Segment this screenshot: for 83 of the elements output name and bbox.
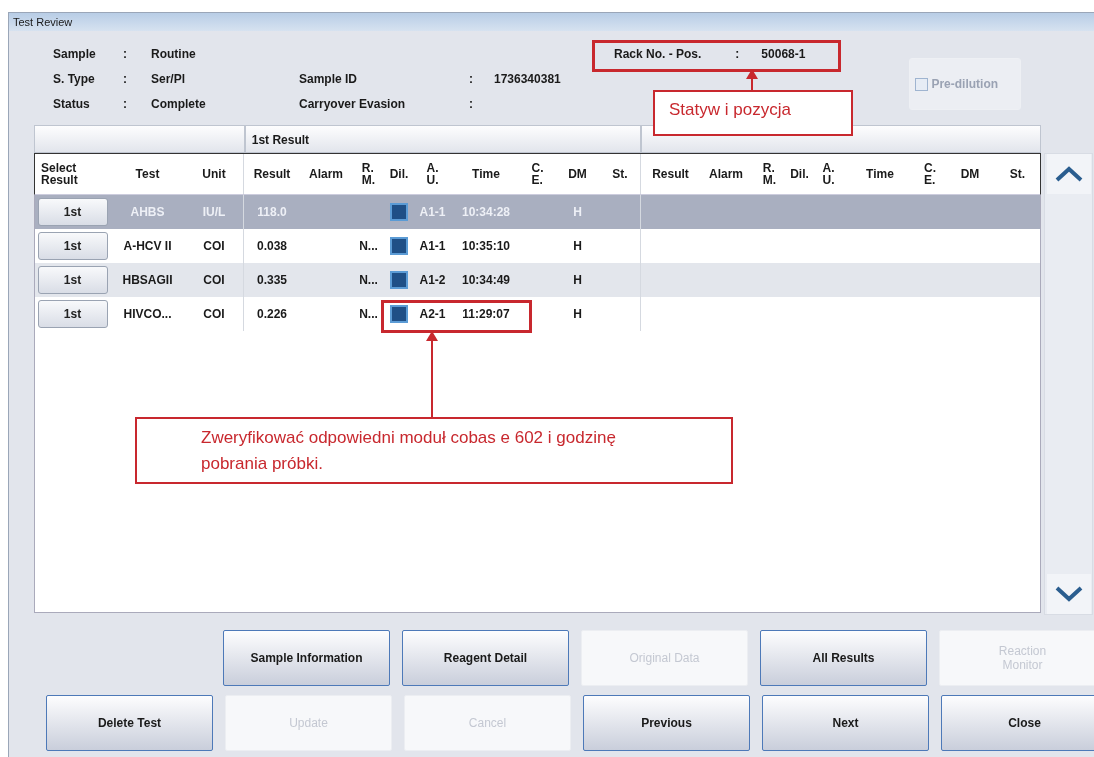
- colon: :: [123, 46, 128, 63]
- table-cell: N...: [359, 273, 378, 287]
- colon: :: [735, 47, 740, 63]
- column-header: Alarm: [708, 166, 744, 183]
- table-row[interactable]: 1st HIVCO... COI 0.226 N... A2-1 11:29:07 H: [35, 297, 1040, 331]
- action-button[interactable]: Close: [941, 695, 1094, 751]
- colon: :: [123, 96, 128, 113]
- callout: Zweryfikować odpowiedni moduł cobas e 602 i godzinę pobrania próbki.: [135, 417, 733, 484]
- field-value: Routine: [151, 46, 197, 63]
- action-button[interactable]: Reagent Detail: [402, 630, 569, 686]
- column-header: St.: [1008, 166, 1027, 183]
- column-header: Dil.: [789, 166, 810, 183]
- action-button[interactable]: Previous: [583, 695, 750, 751]
- column-header: R. M.: [360, 160, 377, 189]
- field-label: Sample ID: [299, 71, 359, 88]
- colon: :: [469, 71, 474, 88]
- field-value: Ser/Pl: [151, 71, 187, 88]
- table-cell: HBSAGII: [122, 273, 173, 287]
- table-cell: H: [573, 239, 582, 253]
- table-cell: H: [573, 307, 582, 321]
- select-result-button[interactable]: 1st: [37, 198, 108, 226]
- field-value: Complete: [151, 96, 207, 113]
- column-header: Result: [243, 154, 300, 194]
- table-cell: 11:29:07: [462, 307, 510, 321]
- table-cell: 10:34:28: [461, 205, 510, 219]
- table-cell: AHBS: [130, 205, 165, 219]
- table-row[interactable]: 1st AHBS IU/L 118.0 A1-1 10:34:28 H: [35, 195, 1040, 229]
- field-value: 1736340381: [494, 71, 562, 88]
- field-label: Rack No. - Pos.: [614, 47, 702, 63]
- field-label: S. Type: [53, 71, 96, 88]
- table-cell: 0.226: [257, 307, 287, 321]
- table-cell: COI: [203, 307, 225, 321]
- column-header: Select Result: [40, 160, 79, 189]
- table-cell: N...: [359, 239, 378, 253]
- table-cell: 118.0: [257, 205, 287, 219]
- table-cell: A1-2: [419, 273, 446, 287]
- column-header: C. E.: [530, 160, 545, 189]
- table-cell: N...: [359, 307, 378, 321]
- table-row[interactable]: 1st HBSAGII COI 0.335 N... A1-2 10:34:49 H: [35, 263, 1040, 297]
- table-cell: HIVCO...: [123, 307, 172, 321]
- column-header: Test: [134, 166, 161, 183]
- column-header: Time: [471, 166, 501, 183]
- select-result-button[interactable]: 1st: [37, 300, 108, 328]
- column-header: St.: [611, 166, 629, 183]
- field-label: Carryover Evasion: [299, 96, 407, 113]
- callout: Statyw i pozycja: [653, 90, 853, 136]
- column-header: Dil.: [388, 166, 410, 183]
- field-label: Status: [53, 96, 91, 113]
- table-cell: H: [573, 205, 582, 219]
- action-button[interactable]: Sample Information: [223, 630, 390, 686]
- table-group-header: 1st Result: [244, 125, 642, 153]
- field-value: 50068-1: [761, 47, 806, 63]
- table-cell: A-HCV II: [123, 239, 172, 253]
- window-title: Test Review: [13, 16, 73, 28]
- table-cell: 10:35:10: [461, 239, 510, 253]
- table-cell: IU/L: [202, 205, 226, 219]
- table-cell: H: [573, 273, 582, 287]
- column-header: A. U.: [821, 160, 836, 189]
- column-header: Unit: [201, 166, 227, 183]
- field-label: Sample: [53, 46, 97, 63]
- column-header: Result: [640, 154, 700, 194]
- select-result-button[interactable]: 1st: [37, 266, 108, 294]
- action-button[interactable]: All Results: [760, 630, 927, 686]
- table-cell: COI: [203, 273, 225, 287]
- table-cell: COI: [203, 239, 225, 253]
- table-cell: 10:34:49: [461, 273, 510, 287]
- table-cell: 0.335: [257, 273, 287, 287]
- column-header: DM: [959, 166, 981, 183]
- colon: :: [469, 96, 474, 113]
- colon: :: [123, 71, 128, 88]
- column-header: C. E.: [923, 160, 937, 189]
- column-header: Time: [865, 166, 895, 183]
- column-header: Alarm: [308, 166, 344, 183]
- table-cell: A1-1: [419, 239, 446, 253]
- table-cell: 0.038: [257, 239, 287, 253]
- column-header: R. M.: [761, 160, 778, 189]
- column-header: A. U.: [425, 160, 440, 189]
- column-header: DM: [567, 166, 588, 183]
- action-button[interactable]: Delete Test: [46, 695, 213, 751]
- table-cell: A2-1: [419, 307, 446, 321]
- select-result-button[interactable]: 1st: [37, 232, 108, 260]
- action-button[interactable]: Next: [762, 695, 929, 751]
- table-cell: A1-1: [419, 205, 446, 219]
